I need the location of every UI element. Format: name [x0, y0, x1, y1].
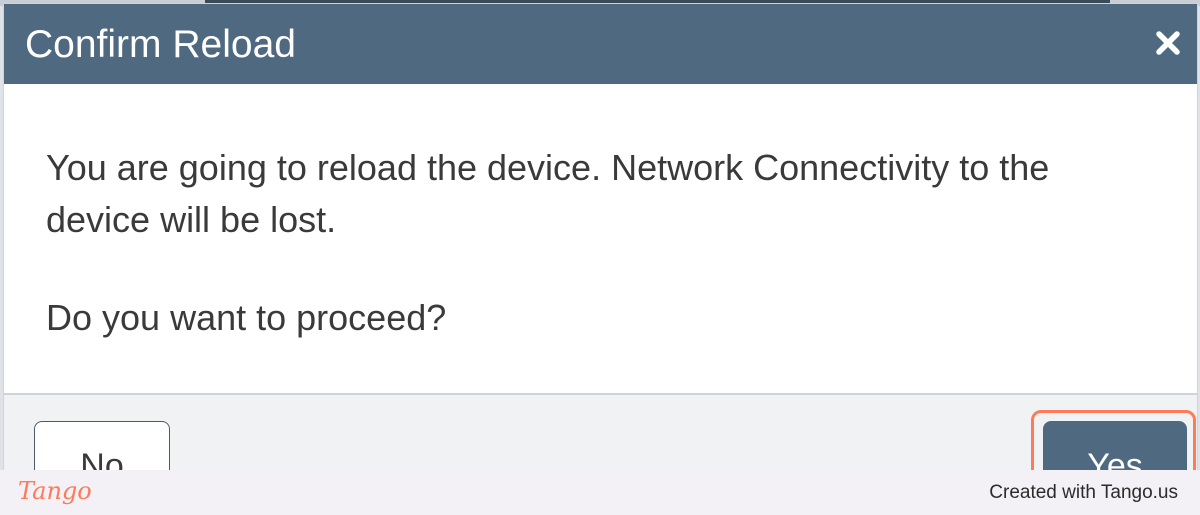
proceed-question: Do you want to proceed? [46, 297, 447, 338]
dialog-header: Confirm Reload [4, 4, 1197, 84]
tango-credit-text: Created with Tango.us [989, 482, 1178, 503]
tango-logo: Tango [18, 477, 92, 505]
confirm-reload-dialog: Confirm Reload You are going to reload t… [3, 3, 1198, 515]
reload-warning-message: You are going to reload the device. Netw… [46, 147, 1050, 240]
close-button[interactable] [1154, 29, 1182, 57]
tango-watermark-bar: Tango Created with Tango.us [0, 470, 1200, 515]
close-icon [1156, 31, 1180, 55]
dialog-body: You are going to reload the device. Netw… [4, 84, 1197, 394]
dialog-title: Confirm Reload [25, 23, 296, 66]
